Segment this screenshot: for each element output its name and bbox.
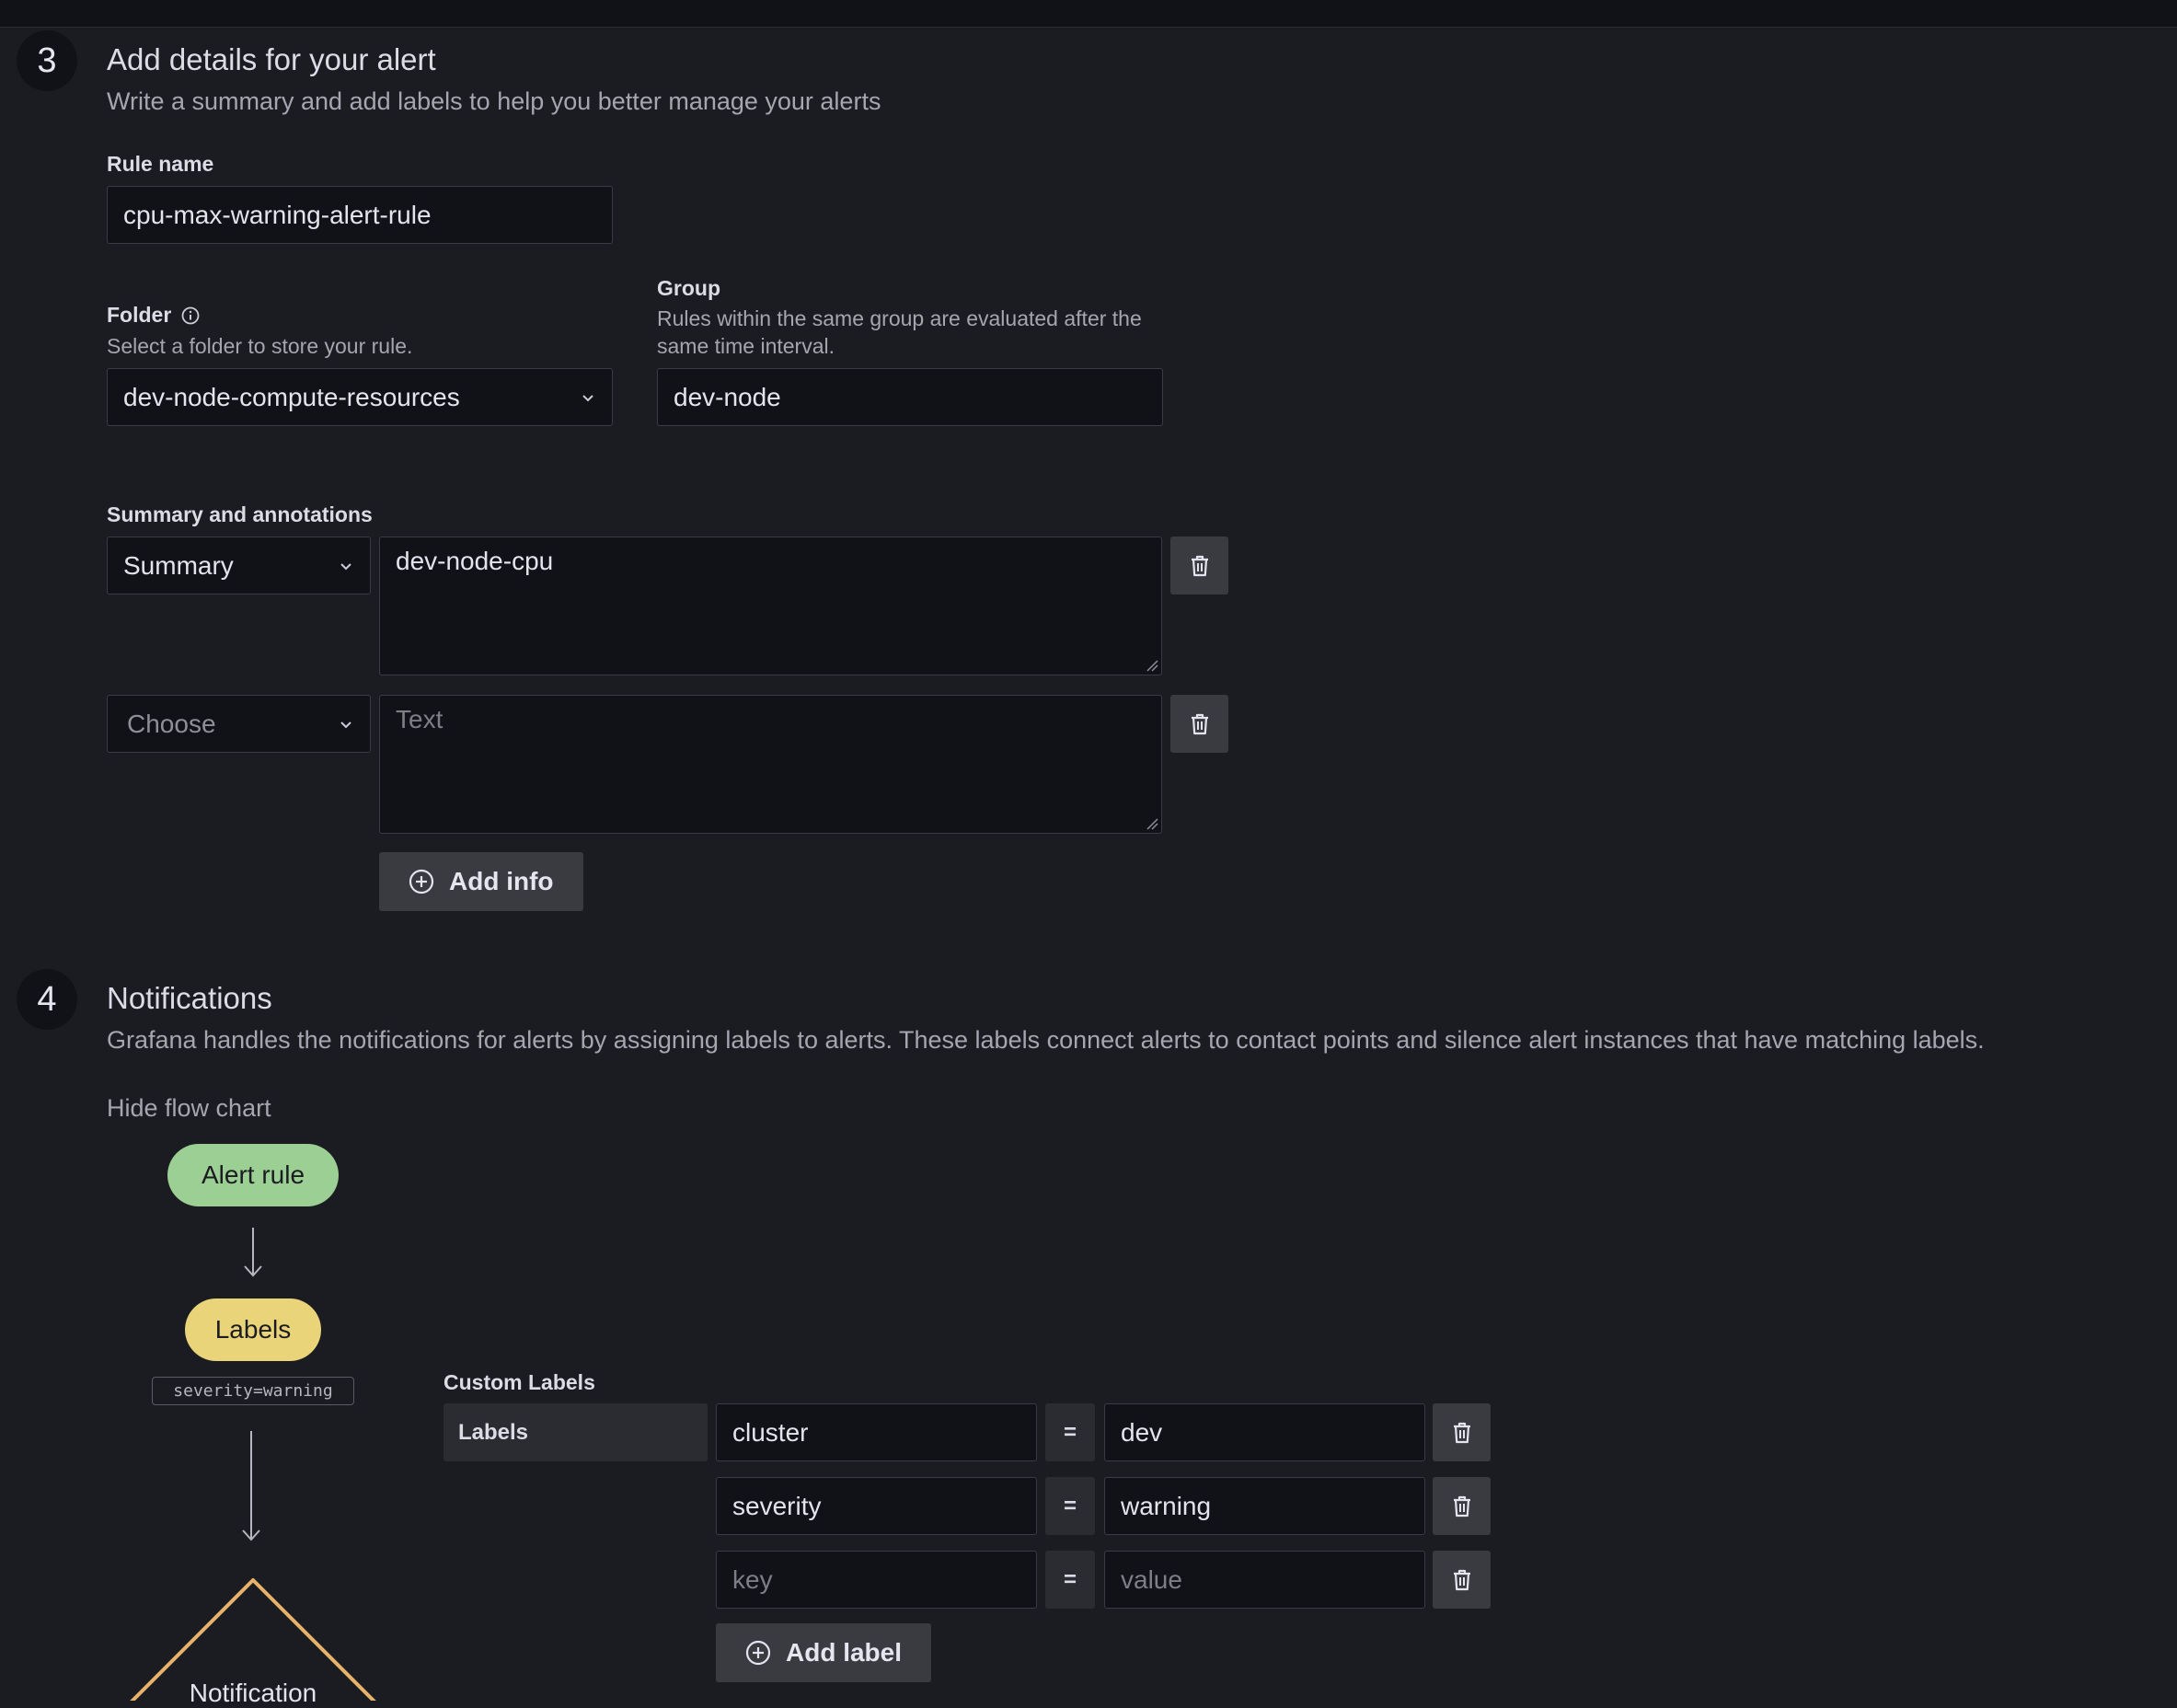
- label-equals: =: [1045, 1403, 1095, 1461]
- plus-circle-icon: [409, 869, 434, 894]
- group-label: Group: [657, 276, 720, 300]
- trash-icon: [1189, 712, 1211, 736]
- hide-flow-chart-link[interactable]: Hide flow chart: [107, 1094, 271, 1123]
- chevron-down-icon: [338, 719, 354, 730]
- folder-select-value: dev-node-compute-resources: [123, 382, 460, 411]
- label-chip: severity=warning: [152, 1377, 354, 1405]
- trash-icon: [1451, 1568, 1473, 1592]
- step-number-4: 4: [17, 969, 77, 1030]
- info-icon[interactable]: [180, 306, 201, 326]
- folder-label-row: Folder: [107, 303, 201, 328]
- step3-description: Write a summary and add labels to help y…: [107, 87, 881, 115]
- custom-labels-title: Custom Labels: [443, 1370, 595, 1394]
- label-key-input[interactable]: cluster: [716, 1403, 1037, 1461]
- step3-title: Add details for your alert: [107, 42, 436, 76]
- annotation-type-placeholder: Choose: [127, 709, 216, 738]
- rule-name-input[interactable]: cpu-max-warning-alert-rule: [107, 186, 613, 244]
- notification-node-label: Notification: [189, 1679, 317, 1707]
- annotation-type-select[interactable]: Summary: [107, 537, 371, 594]
- annotations-label: Summary and annotations: [107, 502, 373, 526]
- step4-description: Grafana handles the notifications for al…: [107, 1026, 1985, 1054]
- trash-icon: [1189, 554, 1211, 578]
- delete-annotation-button[interactable]: [1170, 537, 1228, 594]
- annotation-text-area[interactable]: dev-node-cpu: [379, 537, 1162, 675]
- label-equals: =: [1045, 1477, 1095, 1535]
- top-bar: [0, 0, 2177, 28]
- arrow-down-icon: [244, 1228, 262, 1277]
- alert-rule-node: Alert rule: [167, 1144, 339, 1206]
- step4-title: Notifications: [107, 981, 272, 1015]
- trash-icon: [1451, 1421, 1473, 1445]
- label-equals: =: [1045, 1551, 1095, 1609]
- folder-label: Folder: [107, 303, 172, 327]
- annotation-text-placeholder: Text: [396, 705, 443, 733]
- group-hint: Rules within the same group are evaluate…: [657, 306, 1142, 358]
- add-info-label: Add info: [449, 867, 554, 895]
- delete-annotation-button[interactable]: [1170, 695, 1228, 753]
- label-value-input[interactable]: warning: [1104, 1477, 1425, 1535]
- add-label-button[interactable]: Add label: [716, 1623, 932, 1682]
- annotation-type-select[interactable]: Choose: [107, 695, 371, 753]
- label-value-input[interactable]: value: [1104, 1551, 1425, 1609]
- plus-circle-icon: [745, 1640, 771, 1666]
- annotation-type-value: Summary: [123, 550, 234, 580]
- label-value-input[interactable]: dev: [1104, 1403, 1425, 1461]
- group-input[interactable]: dev-node: [657, 368, 1163, 426]
- delete-label-button[interactable]: [1433, 1551, 1491, 1609]
- chevron-down-icon: [338, 560, 354, 571]
- annotation-text-area[interactable]: Text: [379, 695, 1162, 834]
- label-key-input[interactable]: severity: [716, 1477, 1037, 1535]
- delete-label-button[interactable]: [1433, 1477, 1491, 1535]
- rule-name-label: Rule name: [107, 152, 214, 176]
- labels-node: Labels: [185, 1298, 321, 1361]
- trash-icon: [1451, 1494, 1473, 1518]
- delete-label-button[interactable]: [1433, 1403, 1491, 1461]
- label-key-input[interactable]: key: [716, 1551, 1037, 1609]
- folder-hint: Select a folder to store your rule.: [107, 334, 413, 358]
- annotation-text-value: dev-node-cpu: [396, 547, 554, 575]
- add-label-label: Add label: [786, 1638, 903, 1667]
- folder-select[interactable]: dev-node-compute-resources: [107, 368, 613, 426]
- labels-column-header: Labels: [443, 1403, 708, 1461]
- arrow-down-icon: [242, 1431, 260, 1541]
- chevron-down-icon: [580, 392, 596, 403]
- add-info-button[interactable]: Add info: [379, 852, 583, 911]
- step-number-3: 3: [17, 30, 77, 91]
